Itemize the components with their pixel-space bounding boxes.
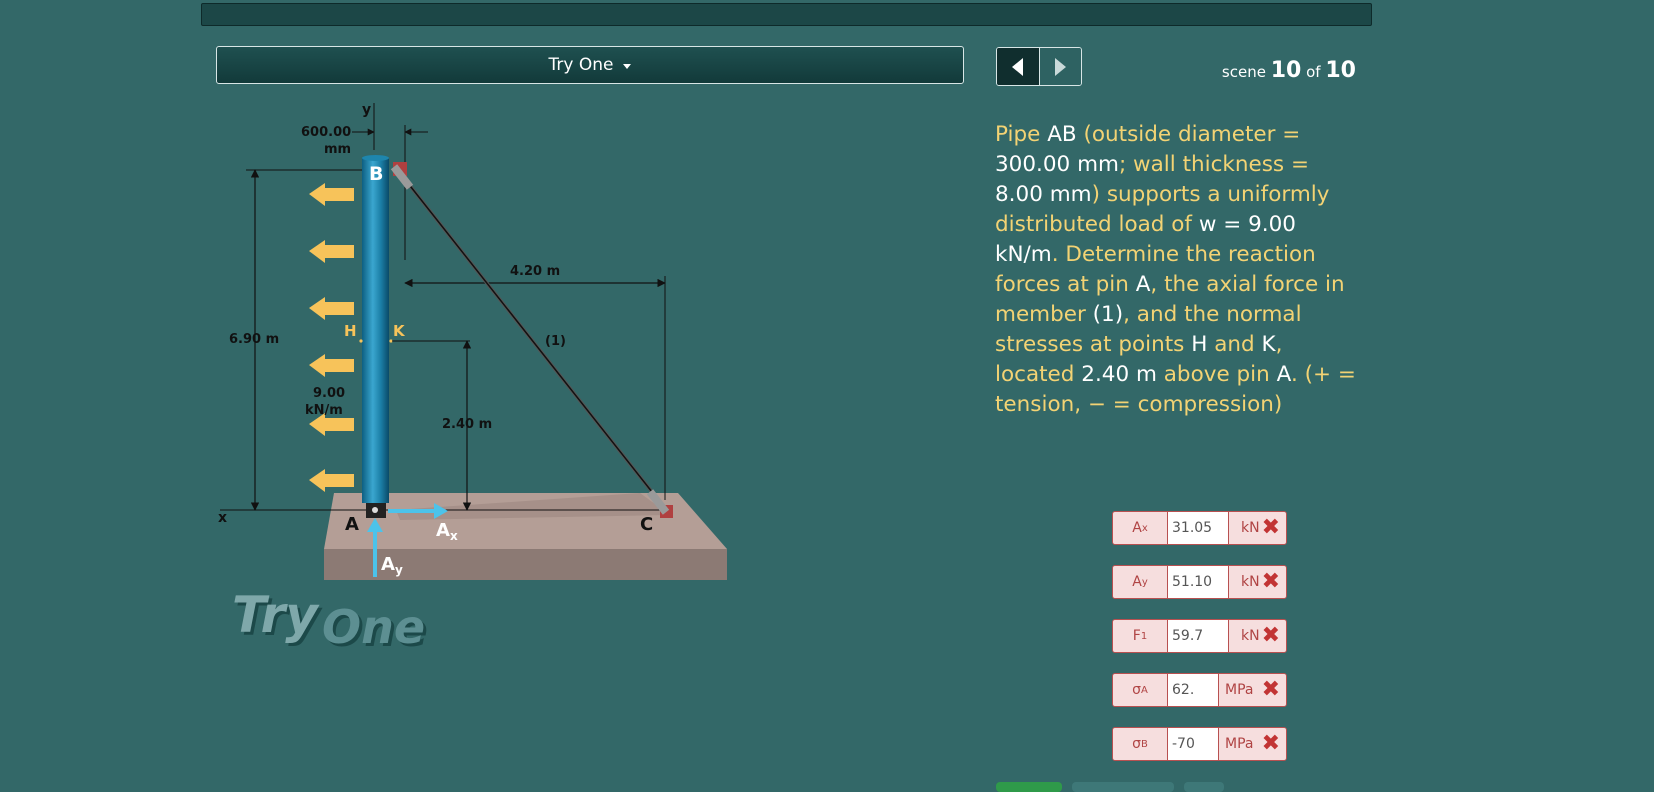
arrow-left-icon xyxy=(1012,57,1024,76)
label-h: H xyxy=(344,322,357,340)
answer-row-ax: Ax kN✖ xyxy=(1112,511,1287,545)
x-axis-label: x xyxy=(218,510,227,526)
watermark-one: One xyxy=(322,600,425,654)
previous-scene-button[interactable] xyxy=(997,48,1040,85)
label-a: A xyxy=(345,514,359,535)
load-arrow xyxy=(309,354,354,377)
scene-total: 10 xyxy=(1325,58,1356,83)
hk-dim-label: 2.40 m xyxy=(442,417,492,432)
member-1-label: (1) xyxy=(545,334,566,349)
answer-row-sigma-b: σB MPa✖ xyxy=(1112,727,1287,761)
answer-unit: kN ✖ xyxy=(1228,565,1287,599)
height-dim-label: 6.90 m xyxy=(229,332,279,347)
answer-unit: MPa ✖ xyxy=(1218,673,1287,707)
show-answer-button[interactable] xyxy=(1072,782,1174,792)
answer-symbol: σA xyxy=(1112,673,1168,707)
answer-symbol: σB xyxy=(1112,727,1168,761)
x-mark-icon: ✖ xyxy=(1261,731,1280,756)
answer-unit: kN ✖ xyxy=(1228,511,1287,545)
label-b: B xyxy=(369,163,383,185)
check-button[interactable] xyxy=(996,782,1062,792)
label-c: C xyxy=(640,514,653,535)
arrow-right-icon xyxy=(1054,57,1066,76)
pipe-ab xyxy=(362,158,389,503)
answer-symbol: Ay xyxy=(1112,565,1168,599)
next-scene-button[interactable] xyxy=(1039,48,1081,85)
x-mark-icon: ✖ xyxy=(1261,623,1280,648)
scene-current: 10 xyxy=(1270,58,1302,83)
scene-navigation xyxy=(996,47,1082,86)
answer-symbol: Ax xyxy=(1112,511,1168,545)
try-one-watermark: Try Try One One xyxy=(232,586,428,657)
load-arrow xyxy=(309,469,354,492)
pin-a xyxy=(372,507,378,513)
x-mark-icon: ✖ xyxy=(1261,515,1280,540)
scene-of: of xyxy=(1306,63,1321,81)
load-unit: kN/m xyxy=(305,403,343,418)
horizontal-dim-label: 4.20 m xyxy=(510,264,560,279)
y-axis-label: y xyxy=(362,102,371,118)
scene-counter: scene 10 of 10 xyxy=(1140,58,1356,83)
problem-statement: Pipe AB (outside diameter = 300.00 mm; w… xyxy=(995,122,1356,417)
answer-input-f1[interactable] xyxy=(1168,619,1228,653)
width-dim-value: 600.00 xyxy=(301,125,351,140)
label-k: K xyxy=(393,322,406,340)
answer-row-ay: Ay kN✖ xyxy=(1112,565,1287,599)
watermark-try: Try xyxy=(232,586,320,644)
reset-button[interactable] xyxy=(1184,782,1224,792)
answer-input-sigma-b[interactable] xyxy=(1168,727,1218,761)
x-mark-icon: ✖ xyxy=(1261,569,1280,594)
answer-input-sigma-a[interactable] xyxy=(1168,673,1218,707)
load-value: 9.00 xyxy=(313,386,345,401)
pipe-structure-figure: x y 6.90 m B 600.00 mm 9.00 kN/m H K 2.4… xyxy=(218,102,727,657)
answer-unit: kN ✖ xyxy=(1228,619,1287,653)
pipe-top xyxy=(362,155,389,161)
x-mark-icon: ✖ xyxy=(1261,677,1280,702)
answer-input-ay[interactable] xyxy=(1168,565,1228,599)
load-arrow xyxy=(309,240,354,263)
point-h xyxy=(359,339,363,343)
load-arrow xyxy=(309,297,354,320)
answer-input-ax[interactable] xyxy=(1168,511,1228,545)
scene-prefix: scene xyxy=(1221,63,1266,81)
answer-row-f1: F1 kN✖ xyxy=(1112,619,1287,653)
answer-unit: MPa ✖ xyxy=(1218,727,1287,761)
width-dim-unit: mm xyxy=(324,142,351,157)
member-1-rod-core xyxy=(406,181,657,498)
answer-row-sigma-a: σA MPa✖ xyxy=(1112,673,1287,707)
load-arrow xyxy=(309,183,354,206)
answer-symbol: F1 xyxy=(1112,619,1168,653)
